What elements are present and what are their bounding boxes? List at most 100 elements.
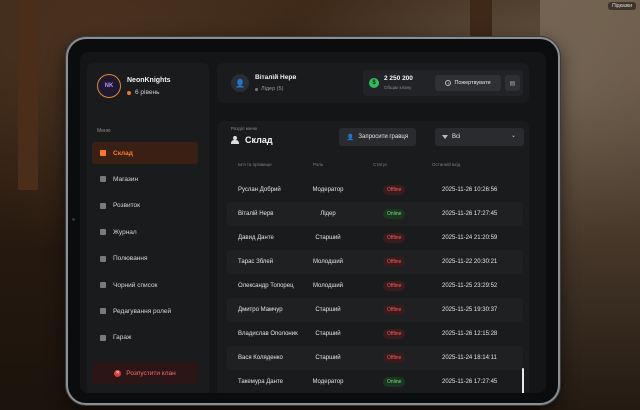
sidebar-item-label: Гараж: [113, 334, 132, 342]
table-row[interactable]: Вася Коляденко Старший Offline 2025-11-24 1…: [227, 346, 523, 370]
clan-avatar: NK: [97, 74, 121, 98]
sidebar-item-label: Магазин: [113, 175, 139, 183]
close-icon: ✕: [114, 369, 122, 377]
add-user-icon: 👤: [346, 134, 355, 141]
sidebar-item-label: Розвиток: [113, 202, 141, 210]
member-role: Модератор: [312, 379, 344, 385]
col-role: Роль: [313, 162, 324, 167]
level-dot-icon: [127, 90, 131, 95]
member-role: Старший: [315, 235, 341, 241]
table-row[interactable]: Дмитро Мамчур Старший Offline 2025-11-25 19…: [227, 298, 523, 322]
user-role-text: Лідер (5): [261, 86, 284, 92]
status-badge: Online: [383, 209, 406, 219]
member-role: Старший: [315, 355, 341, 361]
sidebar-item-label: Журнал: [113, 228, 137, 236]
donate-label: Пожертвувати: [454, 80, 491, 86]
member-last-login: 2025-11-22 20:30:21: [442, 259, 498, 265]
clan-name: NeonKnights: [127, 77, 171, 84]
table-row[interactable]: Віталій Нерв Лідер Online 2025-11-26 17:27:…: [227, 202, 523, 226]
hint-label: Підказки: [608, 2, 636, 10]
member-role: Модератор: [312, 187, 344, 193]
invite-player-button[interactable]: 👤 Запросити гравця: [339, 128, 416, 146]
tablet-frame: NK NeonKnights 6 рівень Меню Склад Магази…: [66, 37, 560, 405]
status-badge: Offline: [383, 257, 406, 267]
status-badge: Offline: [383, 233, 406, 243]
member-last-login: 2025-11-26 12:15:28: [442, 331, 498, 337]
disband-clan-button[interactable]: ✕ Розпустити клан: [92, 362, 198, 384]
sidebar-item[interactable]: Розвиток: [92, 195, 198, 217]
table-row[interactable]: Руслан Добрий Модератор Offline 2025-11-26 …: [227, 178, 523, 202]
member-last-login: 2025-11-26 17:27:45: [442, 211, 498, 217]
scrollbar-thumb[interactable]: [522, 368, 524, 393]
ledger-button[interactable]: ▤: [505, 75, 520, 91]
table-header: Ім'я та прізвище Роль Статус Останній вх…: [217, 162, 529, 172]
people-icon: [231, 136, 240, 144]
col-last: Останній вхід: [432, 162, 461, 167]
sidebar-item[interactable]: Магазин: [92, 168, 198, 190]
member-name: Дмитро Мамчур: [238, 306, 283, 313]
clan-level: 6 рівень: [127, 89, 159, 96]
roster-panel: Розділ меню Склад 👤 Запросити гравця Всі…: [217, 121, 529, 393]
member-role: Старший: [315, 331, 341, 337]
treasury-label: Общак клану: [384, 85, 412, 90]
filter-value: Всі: [452, 134, 461, 140]
clan-level-text: 6 рівень: [135, 89, 160, 96]
member-name: Вася Коляденко: [238, 354, 283, 361]
user-name: Віталій Нерв: [255, 74, 297, 81]
member-last-login: 2025-11-26 10:26:56: [442, 187, 498, 193]
table-row[interactable]: Тарас Зблей Молодший Offline 2025-11-22 20:…: [227, 250, 523, 274]
user-card: 👤 Віталій Нерв Лідер (5) $ 2 250 200 Общ…: [217, 63, 529, 103]
member-name: Такемура Данте: [238, 378, 283, 385]
role-icon: [100, 308, 106, 315]
sidebar-item[interactable]: Гараж: [92, 327, 198, 349]
sidebar-item-label: Склад: [113, 149, 133, 157]
backdrop-post: [18, 0, 38, 190]
status-filter-select[interactable]: Всі ⌄: [435, 128, 524, 146]
status-badge: Offline: [383, 185, 406, 195]
invite-label: Запросити гравця: [358, 134, 409, 140]
tablet-camera: [72, 218, 75, 221]
page-title-text: Склад: [245, 135, 273, 145]
filter-icon: [442, 135, 448, 139]
sidebar-item-label: Редагування ролей: [113, 307, 172, 315]
table-row[interactable]: Такемура Данте Модератор Online 2025-11-26 …: [227, 370, 523, 393]
status-badge: Offline: [383, 353, 406, 363]
user-role: Лідер (5): [255, 86, 283, 92]
status-badge: Offline: [383, 329, 406, 339]
member-name: Тарас Зблей: [238, 258, 274, 265]
member-name: Олександр Топорец: [238, 282, 294, 289]
member-last-login: 2025-11-25 19:30:37: [442, 307, 498, 313]
member-role: Лідер: [320, 211, 336, 217]
people-icon: [100, 150, 106, 156]
status-badge: Offline: [383, 281, 406, 291]
member-role: Молодший: [312, 259, 344, 265]
section-caption: Розділ меню: [231, 126, 258, 131]
car-icon: [100, 334, 106, 341]
chart-icon: [100, 202, 106, 209]
member-name: Владислав Ополоник: [238, 330, 298, 337]
sidebar-item[interactable]: Полювання: [92, 248, 198, 270]
sidebar-item[interactable]: Редагування ролей: [92, 300, 198, 322]
status-badge: Offline: [383, 305, 406, 315]
status-badge: Online: [383, 377, 406, 387]
table-row[interactable]: Владислав Ополоник Старший Offline 2025-11-…: [227, 322, 523, 346]
sidebar-item[interactable]: Чорний список: [92, 274, 198, 296]
member-name: Давид Данте: [238, 234, 274, 241]
member-last-login: 2025-11-24 18:14:11: [442, 355, 497, 361]
blacklist-icon: [100, 282, 106, 288]
hunt-icon: [100, 255, 106, 262]
menu-label: Меню: [97, 128, 111, 134]
donate-button[interactable]: + Пожертвувати: [435, 75, 501, 91]
money-icon: $: [369, 78, 379, 88]
shop-icon: [100, 176, 106, 183]
clan-avatar-text: NK: [104, 83, 114, 89]
sidebar-item[interactable]: Журнал: [92, 221, 198, 243]
member-role: Старший: [315, 307, 341, 313]
sidebar-item-label: Чорний список: [113, 281, 158, 289]
sidebar-item[interactable]: Склад: [92, 142, 198, 164]
role-dot-icon: [255, 87, 258, 91]
table-row[interactable]: Давид Данте Старший Offline 2025-11-24 21:2…: [227, 226, 523, 250]
table-row[interactable]: Олександр Топорец Молодший Offline 2025-11-…: [227, 274, 523, 298]
tablet-screen: NK NeonKnights 6 рівень Меню Склад Магази…: [80, 52, 546, 393]
member-name: Віталій Нерв: [238, 210, 274, 217]
